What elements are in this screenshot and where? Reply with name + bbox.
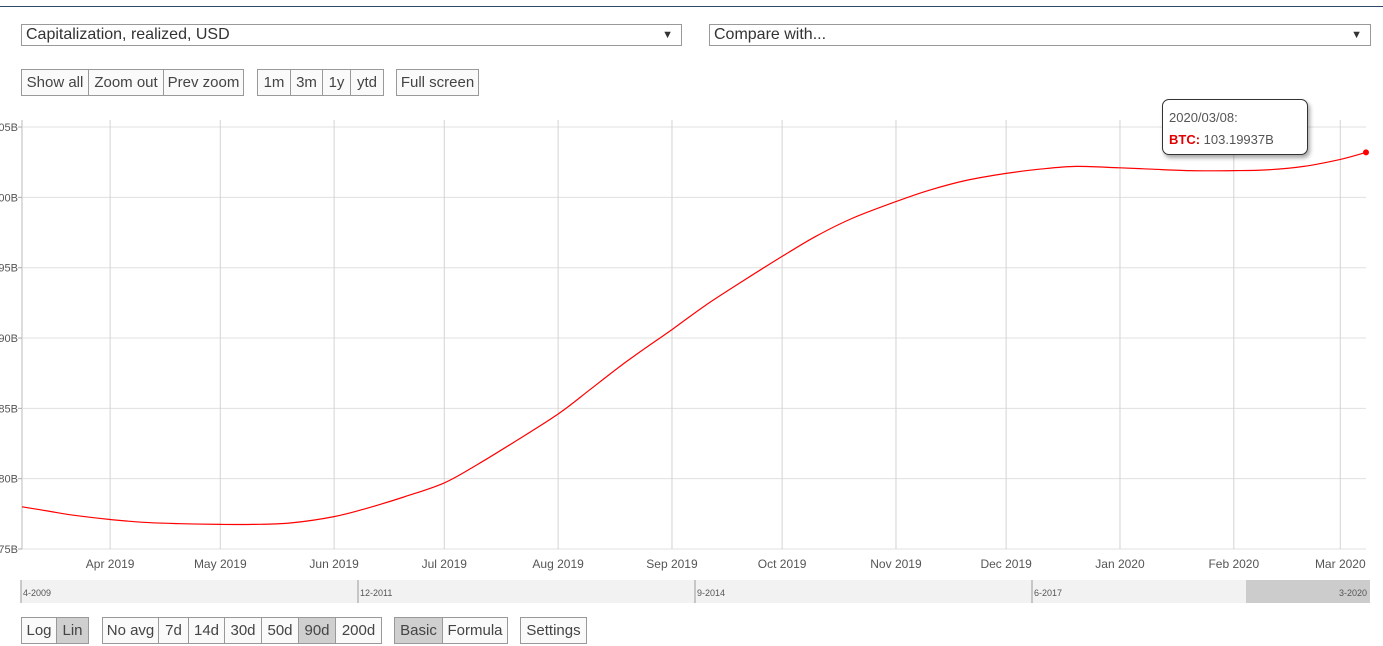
avg-14d-button[interactable]: 14d [189,617,225,644]
x-tick-label: Feb 2020 [1208,557,1259,571]
no-avg-button[interactable]: No avg [102,617,159,644]
x-tick-label: Jan 2020 [1095,557,1145,571]
avg-200d-button[interactable]: 200d [336,617,382,644]
x-tick-label: Dec 2019 [980,557,1032,571]
tooltip-series-label: BTC: [1169,132,1201,147]
x-tick-label: Jun 2019 [309,557,359,571]
lin-scale-button[interactable]: Lin [57,617,89,644]
y-tick-label: 100B [0,192,18,204]
settings-button[interactable]: Settings [520,617,587,644]
avg-7d-button[interactable]: 7d [159,617,189,644]
y-tick-label: 90B [0,333,18,345]
chart-tooltip: 2020/03/08: BTC: 103.19937B [1162,99,1308,155]
formula-mode-button[interactable]: Formula [443,617,508,644]
navigator-label: 4-2009 [23,588,51,598]
x-tick-label: Sep 2019 [646,557,698,571]
navigator-label: 6-2017 [1034,588,1062,598]
realized-cap-chart: 75B 80B 85B 90B 95B 100B 105B Apr 2019 May 2019… [0,120,1370,603]
basic-mode-button[interactable]: Basic [394,617,443,644]
x-tick-label: Aug 2019 [532,557,584,571]
log-scale-button[interactable]: Log [21,617,57,644]
avg-50d-button[interactable]: 50d [262,617,299,644]
navigator-label: 9-2014 [697,588,725,598]
x-tick-label: May 2019 [194,557,247,571]
y-tick-label: 85B [0,403,18,415]
avg-90d-button[interactable]: 90d [299,617,336,644]
x-tick-label: Nov 2019 [870,557,922,571]
y-tick-label: 105B [0,122,18,134]
y-tick-label: 80B [0,474,18,486]
tooltip-value: 103.19937B [1203,132,1274,147]
x-tick-label: Jul 2019 [422,557,468,571]
y-tick-label: 95B [0,263,18,275]
tooltip-date: 2020/03/08: [1169,110,1238,125]
x-tick-label: Apr 2019 [86,557,135,571]
x-tick-label: Oct 2019 [758,557,807,571]
tooltip-value-row: BTC: 103.19937B [1169,129,1307,151]
hover-point-marker [1363,149,1369,156]
navigator-label: 12-2011 [360,588,392,598]
navigator-label: 3-2020 [1339,588,1367,598]
avg-30d-button[interactable]: 30d [225,617,262,644]
x-tick-label: Mar 2020 [1315,557,1366,571]
y-tick-label: 75B [0,544,18,556]
